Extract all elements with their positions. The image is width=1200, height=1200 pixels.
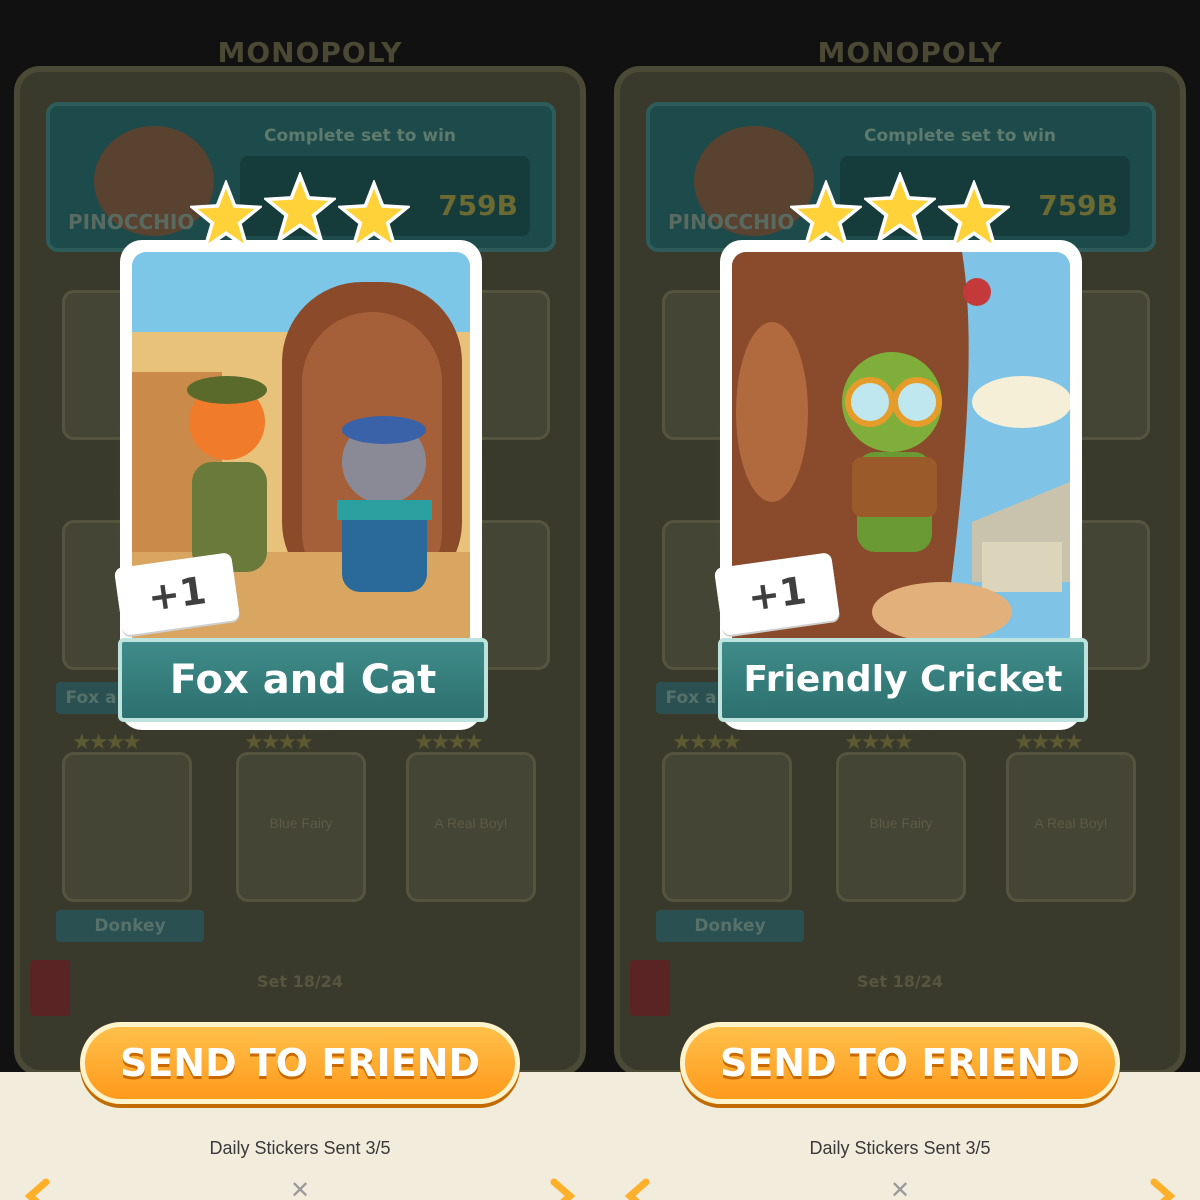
bg-slot-label: A Real Boy! — [1034, 815, 1108, 831]
sticker-title: Fox and Cat — [118, 638, 488, 722]
card-stars — [600, 172, 1200, 252]
daily-stickers-sent: Daily Stickers Sent 3/5 — [209, 1138, 391, 1158]
close-icon[interactable]: ✕ — [286, 1176, 314, 1200]
chevron-right-icon[interactable] — [542, 1176, 582, 1200]
close-icon[interactable]: ✕ — [886, 1176, 914, 1200]
set-counter: Set 18/24 — [857, 972, 943, 991]
star-icon — [338, 180, 410, 252]
bg-slot-label: A Real Boy! — [434, 815, 508, 831]
card-stars — [0, 172, 600, 252]
star-icon — [938, 180, 1010, 252]
chevron-left-icon[interactable] — [618, 1176, 658, 1200]
star-icon — [190, 180, 262, 252]
complete-set-text: Complete set to win — [863, 126, 1057, 146]
bg-sticker-slot-blue-fairy: Blue Fairy — [236, 752, 366, 902]
set-counter: Set 18/24 — [257, 972, 343, 991]
star-icon — [864, 172, 936, 244]
bg-banner-donkey: Donkey — [656, 910, 804, 942]
chevron-left-icon[interactable] — [18, 1176, 58, 1200]
screenshot-collage: MONOPOLY Complete set to win 759B PINOCC… — [0, 0, 1200, 1200]
send-to-friend-button[interactable]: SEND TO FRIEND — [80, 1022, 520, 1104]
bg-sticker-slot-donkey — [62, 752, 192, 902]
panel-fox-and-cat: MONOPOLY Complete set to win 759B PINOCC… — [0, 0, 600, 1200]
sticker-title: Friendly Cricket — [718, 638, 1088, 722]
star-icon — [264, 172, 336, 244]
chevron-right-icon[interactable] — [1142, 1176, 1182, 1200]
bg-slot-label: Blue Fairy — [269, 815, 333, 831]
bg-sticker-slot-a-real-boy: A Real Boy! — [406, 752, 536, 902]
bg-slot-label: Blue Fairy — [869, 815, 933, 831]
star-icon — [790, 180, 862, 252]
complete-set-text: Complete set to win — [263, 126, 457, 146]
bg-sticker-slot-blue-fairy: Blue Fairy — [836, 752, 966, 902]
send-to-friend-button[interactable]: SEND TO FRIEND — [680, 1022, 1120, 1104]
bg-sticker-slot-a-real-boy: A Real Boy! — [1006, 752, 1136, 902]
panel-friendly-cricket: MONOPOLY Complete set to win 759B PINOCC… — [600, 0, 1200, 1200]
bg-banner-donkey: Donkey — [56, 910, 204, 942]
bg-sticker-slot-donkey — [662, 752, 792, 902]
daily-stickers-sent: Daily Stickers Sent 3/5 — [809, 1138, 991, 1158]
